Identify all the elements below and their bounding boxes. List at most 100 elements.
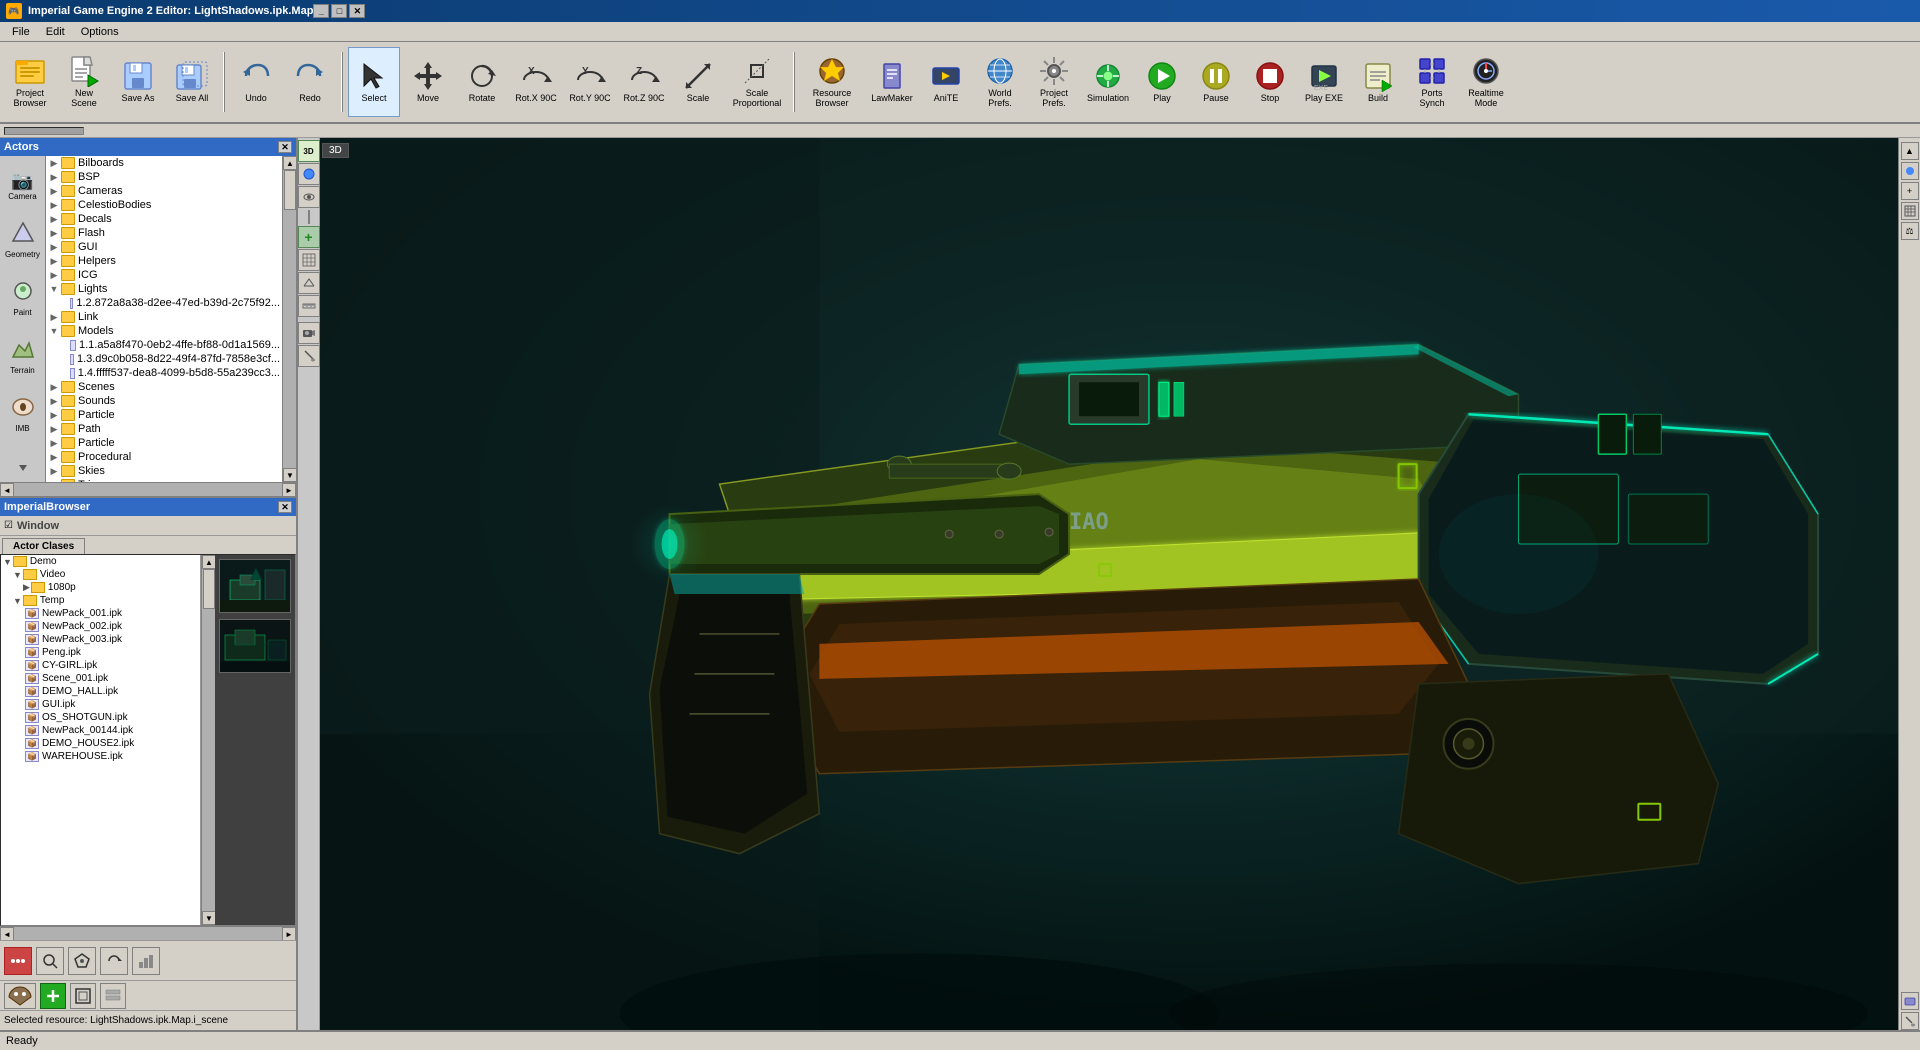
file-item-scene001[interactable]: 📦 Scene_001.ipk [1, 672, 200, 685]
file-item-newpack00144[interactable]: 📦 NewPack_00144.ipk [1, 724, 200, 737]
expand-celestiobodies[interactable]: ▶ [48, 199, 60, 211]
expand-sounds[interactable]: ▶ [48, 395, 60, 407]
sidebar-terrain-button[interactable]: Terrain [3, 330, 43, 382]
right-tool-5[interactable]: ⚖ [1901, 222, 1919, 240]
scroll-track[interactable] [283, 170, 296, 468]
browser-tool-list-button[interactable] [100, 983, 126, 1009]
expand-lights[interactable]: ▼ [48, 283, 60, 295]
expand-particle2[interactable]: ▶ [48, 437, 60, 449]
expand-decals[interactable]: ▶ [48, 213, 60, 225]
expand-temp[interactable]: ▼ [13, 596, 22, 606]
right-tool-2[interactable] [1901, 162, 1919, 180]
tree-item-icg[interactable]: ▶ ICG [46, 268, 282, 282]
file-item-demohall[interactable]: 📦 DEMO_HALL.ipk [1, 685, 200, 698]
tree-item-light-1[interactable]: ▶ 1.2.872a8a38-d2ee-47ed-b39d-2c75f92... [46, 296, 282, 310]
save-all-button[interactable]: Save All [166, 47, 218, 117]
menu-edit[interactable]: Edit [38, 25, 73, 39]
file-item-peng[interactable]: 📦 Peng.ipk [1, 646, 200, 659]
simulation-button[interactable]: Simulation [1082, 47, 1134, 117]
scale-button[interactable]: Scale [672, 47, 724, 117]
expand-cameras[interactable]: ▶ [48, 185, 60, 197]
expand-helpers[interactable]: ▶ [48, 255, 60, 267]
redo-button[interactable]: Redo [284, 47, 336, 117]
tree-item-celestiobodies[interactable]: ▶ CelestioBodies [46, 198, 282, 212]
browser-hscrollbar[interactable]: ◄ ► [0, 926, 296, 940]
file-item-gui[interactable]: 📦 GUI.ipk [1, 698, 200, 711]
rot-y-90c-button[interactable]: Y Rot.Y 90C [564, 47, 616, 117]
expand-bilboards[interactable]: ▶ [48, 157, 60, 169]
vp-tool-ruler-button[interactable] [298, 295, 320, 317]
tree-item-model-1[interactable]: ▶ 1.1.a5a8f470-0eb2-4ffe-bf88-0d1a1569..… [46, 338, 282, 352]
right-tool-6[interactable] [1901, 992, 1919, 1010]
hscroll-right-button[interactable]: ► [282, 483, 296, 497]
preview-thumb-2[interactable] [219, 619, 291, 673]
file-item-temp[interactable]: ▼ Temp [1, 594, 200, 607]
preview-thumb-1[interactable] [219, 559, 291, 613]
expand-particle1[interactable]: ▶ [48, 409, 60, 421]
project-browser-button[interactable]: Project Browser [4, 47, 56, 117]
undo-button[interactable]: Undo [230, 47, 282, 117]
browser-tool-dots-button[interactable] [4, 947, 32, 975]
tree-item-bilboards[interactable]: ▶ Bilboards [46, 156, 282, 170]
expand-procedural[interactable]: ▶ [48, 451, 60, 463]
actors-scrollbar-v[interactable]: ▲ ▼ [282, 156, 296, 482]
expand-bsp[interactable]: ▶ [48, 171, 60, 183]
expand-video[interactable]: ▼ [13, 570, 22, 580]
sidebar-imb-button[interactable]: IMB [3, 388, 43, 440]
expand-1080p[interactable]: ▶ [23, 582, 30, 593]
move-button[interactable]: Move [402, 47, 454, 117]
viewport[interactable]: IAO [320, 138, 1898, 1030]
select-button[interactable]: Select [348, 47, 400, 117]
tree-item-models[interactable]: ▼ Models [46, 324, 282, 338]
minimize-button[interactable]: _ [313, 4, 329, 18]
play-button[interactable]: Play [1136, 47, 1188, 117]
tree-item-helpers[interactable]: ▶ Helpers [46, 254, 282, 268]
realtime-mode-button[interactable]: Realtime Mode [1460, 47, 1512, 117]
expand-scenes[interactable]: ▶ [48, 381, 60, 393]
actors-close-button[interactable]: ✕ [278, 141, 292, 153]
expand-skies[interactable]: ▶ [48, 465, 60, 477]
browser-hscroll-right[interactable]: ► [282, 927, 296, 941]
sidebar-paint-button[interactable]: Paint [3, 272, 43, 324]
tree-item-path[interactable]: ▶ Path [46, 422, 282, 436]
expand-flash[interactable]: ▶ [48, 227, 60, 239]
file-tree[interactable]: ▼ Demo ▼ Video ▶ 1080p [1, 555, 201, 925]
sidebar-expand-btn[interactable] [15, 459, 31, 482]
browser-tool-chart-button[interactable] [132, 947, 160, 975]
right-tool-1[interactable]: ▲ [1901, 142, 1919, 160]
vp-tool-eye-button[interactable] [298, 186, 320, 208]
tree-item-decals[interactable]: ▶ Decals [46, 212, 282, 226]
scroll-thumb[interactable] [284, 170, 296, 210]
save-as-button[interactable]: Save As [112, 47, 164, 117]
scale-proportional-button[interactable]: Scale Proportional [726, 47, 788, 117]
tree-item-link[interactable]: ▶ Link [46, 310, 282, 324]
ports-synch-button[interactable]: Ports Synch [1406, 47, 1458, 117]
zoom-slider[interactable] [4, 127, 84, 135]
vp-tool-plus-button[interactable]: + [298, 226, 320, 248]
pause-button[interactable]: Pause [1190, 47, 1242, 117]
rotate-button[interactable]: Rotate [456, 47, 508, 117]
expand-gui[interactable]: ▶ [48, 241, 60, 253]
project-prefs-button[interactable]: Project Prefs. [1028, 47, 1080, 117]
close-button[interactable]: ✕ [349, 4, 365, 18]
anite-button[interactable]: AniTE [920, 47, 972, 117]
browser-scroll-thumb[interactable] [203, 569, 215, 609]
expand-icg[interactable]: ▶ [48, 269, 60, 281]
build-button[interactable]: Build [1352, 47, 1404, 117]
vp-tool-3d-button[interactable]: 3D [298, 140, 320, 162]
sub-titlebar-checkbox[interactable]: ☑ [4, 520, 13, 531]
tree-item-skies[interactable]: ▶ Skies [46, 464, 282, 478]
imperial-close-button[interactable]: ✕ [278, 501, 292, 513]
vp-tool-brush-button[interactable] [298, 345, 320, 367]
file-item-video[interactable]: ▼ Video [1, 568, 200, 581]
right-tool-4[interactable] [1901, 202, 1919, 220]
file-item-1080p[interactable]: ▶ 1080p [1, 581, 200, 594]
expand-models[interactable]: ▼ [48, 325, 60, 337]
vp-tool-grid-button[interactable] [298, 249, 320, 271]
browser-tool-eagle-button[interactable] [4, 983, 36, 1009]
file-item-osshotgun[interactable]: 📦 OS_SHOTGUN.ipk [1, 711, 200, 724]
scroll-up-button[interactable]: ▲ [283, 156, 296, 170]
tree-item-particle2[interactable]: ▶ Particle [46, 436, 282, 450]
vp-tool-measure-button[interactable] [298, 272, 320, 294]
expand-path[interactable]: ▶ [48, 423, 60, 435]
